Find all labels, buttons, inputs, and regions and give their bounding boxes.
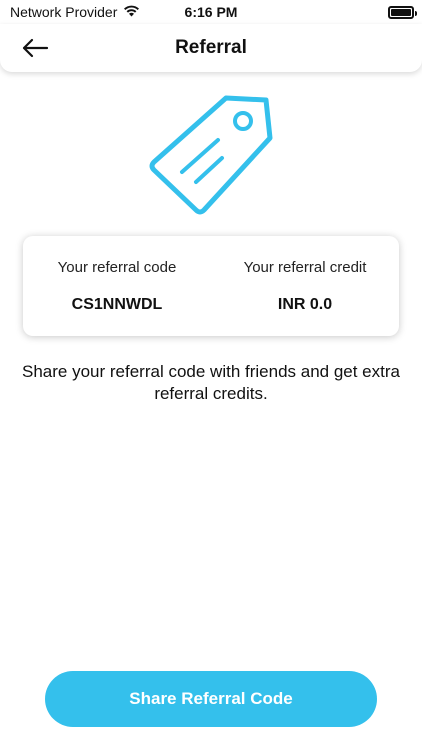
referral-credit-label: Your referral credit [243, 258, 367, 276]
nav-header: Referral [0, 24, 422, 72]
referral-code-section: Your referral code CS1NNWDL [23, 236, 211, 336]
referral-info-card: Your referral code CS1NNWDL Your referra… [23, 236, 399, 336]
page-title: Referral [175, 37, 247, 58]
referral-code-value: CS1NNWDL [71, 295, 163, 313]
carrier-name: Network Provider [10, 4, 118, 20]
status-left: Network Provider [10, 4, 140, 20]
battery-level [391, 8, 411, 16]
price-tag-icon [146, 92, 276, 218]
share-referral-code-button[interactable]: Share Referral Code [45, 671, 377, 727]
back-button[interactable] [18, 34, 52, 62]
status-bar: Network Provider 6:16 PM [0, 0, 422, 24]
battery-icon [388, 5, 417, 19]
referral-screen: Network Provider 6:16 PM Referral Your r… [0, 0, 422, 750]
referral-code-label: Your referral code [57, 258, 177, 276]
referral-description: Share your referral code with friends an… [22, 362, 400, 403]
referral-credit-section: Your referral credit INR 0.0 [211, 236, 399, 336]
referral-credit-value: INR 0.0 [277, 295, 333, 313]
wifi-icon [123, 4, 140, 20]
arrow-left-icon [22, 38, 49, 58]
